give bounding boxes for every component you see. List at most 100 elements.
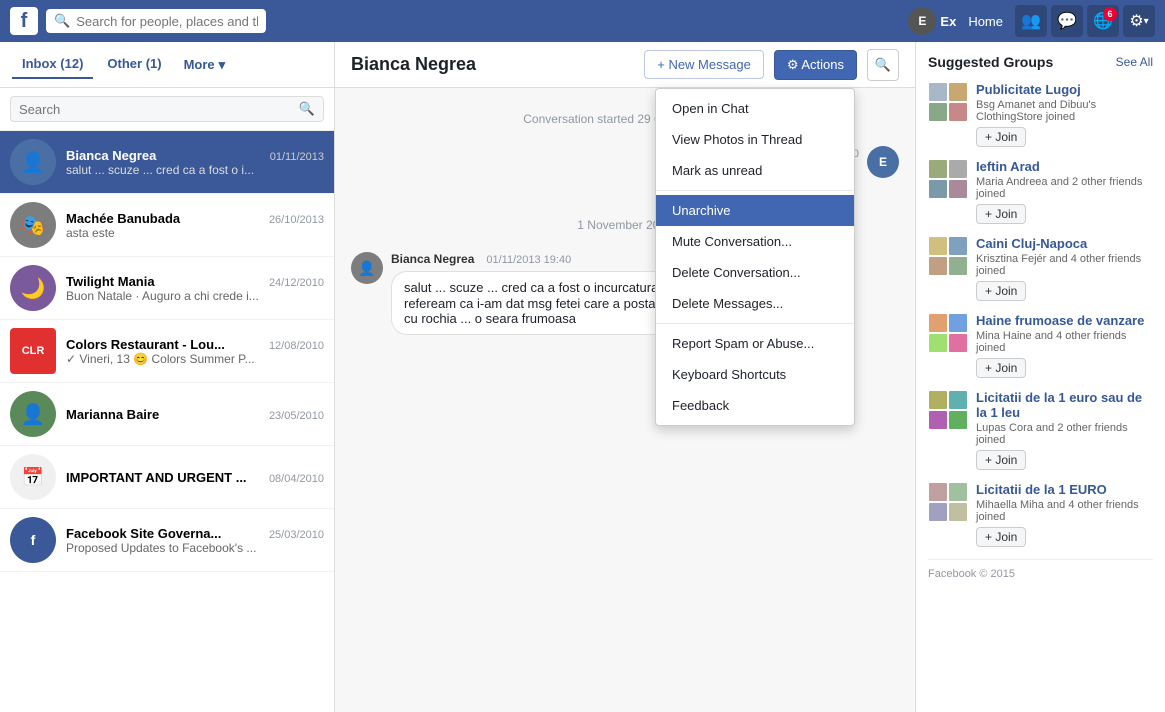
chevron-down-icon: ▾ (219, 57, 226, 73)
conv-date: 26/10/2013 (269, 214, 324, 226)
nav-username[interactable]: Ex (940, 14, 956, 29)
conv-avatar: 🎭 (10, 202, 56, 248)
group-name[interactable]: Licitatii de la 1 EURO (976, 482, 1153, 497)
dropdown-item-mark-unread[interactable]: Mark as unread (656, 155, 854, 186)
group-name[interactable]: Caini Cluj-Napoca (976, 236, 1153, 251)
group-name[interactable]: Publicitate Lugoj (976, 82, 1153, 97)
conv-avatar: f (10, 517, 56, 563)
group-meta: Bsg Amanet and Dibuu's ClothingStore joi… (976, 99, 1153, 123)
conversation-search-input[interactable] (19, 102, 295, 117)
dropdown-item-delete-messages[interactable]: Delete Messages... (656, 288, 854, 319)
group-item: Haine frumoase de vanzare Mina Haine and… (928, 313, 1153, 378)
group-avatar (928, 390, 968, 430)
user-avatar[interactable]: E (908, 7, 936, 35)
join-group-button[interactable]: + Join (976, 527, 1026, 547)
actions-dropdown-menu: Open in Chat View Photos in Thread Mark … (655, 88, 855, 426)
join-group-button[interactable]: + Join (976, 358, 1026, 378)
global-search-bar[interactable]: 🔍 (46, 9, 266, 33)
suggested-groups-header: Suggested Groups See All (928, 54, 1153, 70)
dropdown-item-mute[interactable]: Mute Conversation... (656, 226, 854, 257)
join-group-button[interactable]: + Join (976, 450, 1026, 470)
messages-icon-btn[interactable]: 💬 (1051, 5, 1083, 37)
dropdown-item-open-chat[interactable]: Open in Chat (656, 93, 854, 124)
tab-inbox[interactable]: Inbox (12) (12, 50, 93, 79)
join-group-button[interactable]: + Join (976, 204, 1026, 224)
group-name[interactable]: Haine frumoase de vanzare (976, 313, 1153, 328)
group-item: Licitatii de la 1 EURO Mihaella Miha and… (928, 482, 1153, 547)
group-meta: Krisztina Fejér and 4 other friends join… (976, 253, 1153, 277)
conv-name: Colors Restaurant - Lou... (66, 337, 225, 352)
main-layout: Inbox (12) Other (1) More ▾ 🔍 👤 (0, 42, 1165, 712)
group-name[interactable]: Ieftin Arad (976, 159, 1153, 174)
search-icon: 🔍 (54, 13, 70, 29)
conversation-item[interactable]: 👤 Bianca Negrea 01/11/2013 salut ... scu… (0, 131, 334, 194)
conv-name: Machée Banubada (66, 211, 180, 226)
facebook-footer: Facebook © 2015 (928, 559, 1153, 580)
conv-name: Twilight Mania (66, 274, 155, 289)
group-item: Ieftin Arad Maria Andreea and 2 other fr… (928, 159, 1153, 224)
conv-avatar: 📅 (10, 454, 56, 500)
chevron-down-icon: ▾ (1144, 16, 1149, 27)
messages-icon: 💬 (1057, 11, 1077, 31)
dropdown-item-unarchive[interactable]: Unarchive (656, 195, 854, 226)
conv-name: Bianca Negrea (66, 148, 156, 163)
message-avatar: 👤 (351, 252, 383, 284)
dropdown-divider (656, 323, 854, 324)
dropdown-divider (656, 190, 854, 191)
group-avatar (928, 313, 968, 353)
conv-preview: Buon Natale · Auguro a chi crede i... (66, 289, 324, 303)
group-item: Licitatii de la 1 euro sau de la 1 leu L… (928, 390, 1153, 470)
conv-name: Facebook Site Governa... (66, 526, 221, 541)
conversation-item[interactable]: f Facebook Site Governa... 25/03/2010 Pr… (0, 509, 334, 572)
join-group-button[interactable]: + Join (976, 281, 1026, 301)
group-meta: Mihaella Miha and 4 other friends joined (976, 499, 1153, 523)
conversation-item[interactable]: 📅 IMPORTANT AND URGENT ... 08/04/2010 (0, 446, 334, 509)
conv-date: 24/12/2010 (269, 277, 324, 289)
dropdown-item-view-photos[interactable]: View Photos in Thread (656, 124, 854, 155)
notification-badge: 6 (1103, 7, 1117, 21)
new-message-button[interactable]: + New Message (644, 50, 764, 79)
tab-other[interactable]: Other (1) (97, 50, 171, 79)
group-avatar (928, 82, 968, 122)
settings-icon: ⚙ (1129, 11, 1143, 31)
dropdown-item-feedback[interactable]: Feedback (656, 390, 854, 421)
conversation-item[interactable]: 🎭 Machée Banubada 26/10/2013 asta este (0, 194, 334, 257)
home-nav-link[interactable]: Home (960, 14, 1011, 29)
dropdown-item-delete-conversation[interactable]: Delete Conversation... (656, 257, 854, 288)
dropdown-item-keyboard-shortcuts[interactable]: Keyboard Shortcuts (656, 359, 854, 390)
search-button[interactable]: 🔍 (867, 49, 899, 81)
global-search-input[interactable] (76, 14, 258, 29)
conv-avatar: CLR (10, 328, 56, 374)
conv-date: 23/05/2010 (269, 410, 324, 422)
friends-icon-btn[interactable]: 👥 (1015, 5, 1047, 37)
message-sender: Bianca Negrea (391, 252, 474, 266)
conversation-item[interactable]: 🌙 Twilight Mania 24/12/2010 Buon Natale … (0, 257, 334, 320)
facebook-logo: f (10, 7, 38, 35)
actions-button[interactable]: ⚙ Actions (774, 50, 857, 80)
inbox-tabs: Inbox (12) Other (1) More ▾ (0, 42, 334, 88)
right-panel: Suggested Groups See All Publicitate Lug… (915, 42, 1165, 712)
message-time: 01/11/2013 19:40 (486, 254, 571, 266)
conversation-item[interactable]: CLR Colors Restaurant - Lou... 12/08/201… (0, 320, 334, 383)
left-panel: Inbox (12) Other (1) More ▾ 🔍 👤 (0, 42, 335, 712)
conv-preview: salut ... scuze ... cred ca a fost o i..… (66, 163, 324, 177)
notifications-icon-btn[interactable]: 🌐 6 (1087, 5, 1119, 37)
join-group-button[interactable]: + Join (976, 127, 1026, 147)
conv-name: IMPORTANT AND URGENT ... (66, 470, 247, 485)
conv-preview: Proposed Updates to Facebook's ... (66, 541, 324, 555)
center-header: Bianca Negrea + New Message ⚙ Actions 🔍 (335, 42, 915, 88)
group-avatar (928, 159, 968, 199)
settings-icon-btn[interactable]: ⚙ ▾ (1123, 5, 1155, 37)
conversation-item[interactable]: 👤 Marianna Baire 23/05/2010 (0, 383, 334, 446)
conversation-list: 👤 Bianca Negrea 01/11/2013 salut ... scu… (0, 131, 334, 712)
dropdown-item-report-spam[interactable]: Report Spam or Abuse... (656, 328, 854, 359)
more-button[interactable]: More ▾ (176, 51, 234, 79)
conversation-title: Bianca Negrea (351, 54, 634, 75)
nav-right-section: E Ex Home 👥 💬 🌐 6 ⚙ ▾ (908, 5, 1155, 37)
conv-avatar: 👤 (10, 139, 56, 185)
see-all-link[interactable]: See All (1116, 55, 1153, 69)
conv-name: Marianna Baire (66, 407, 159, 422)
group-item: Caini Cluj-Napoca Krisztina Fejér and 4 … (928, 236, 1153, 301)
group-name[interactable]: Licitatii de la 1 euro sau de la 1 leu (976, 390, 1153, 420)
suggested-groups-title: Suggested Groups (928, 54, 1053, 70)
